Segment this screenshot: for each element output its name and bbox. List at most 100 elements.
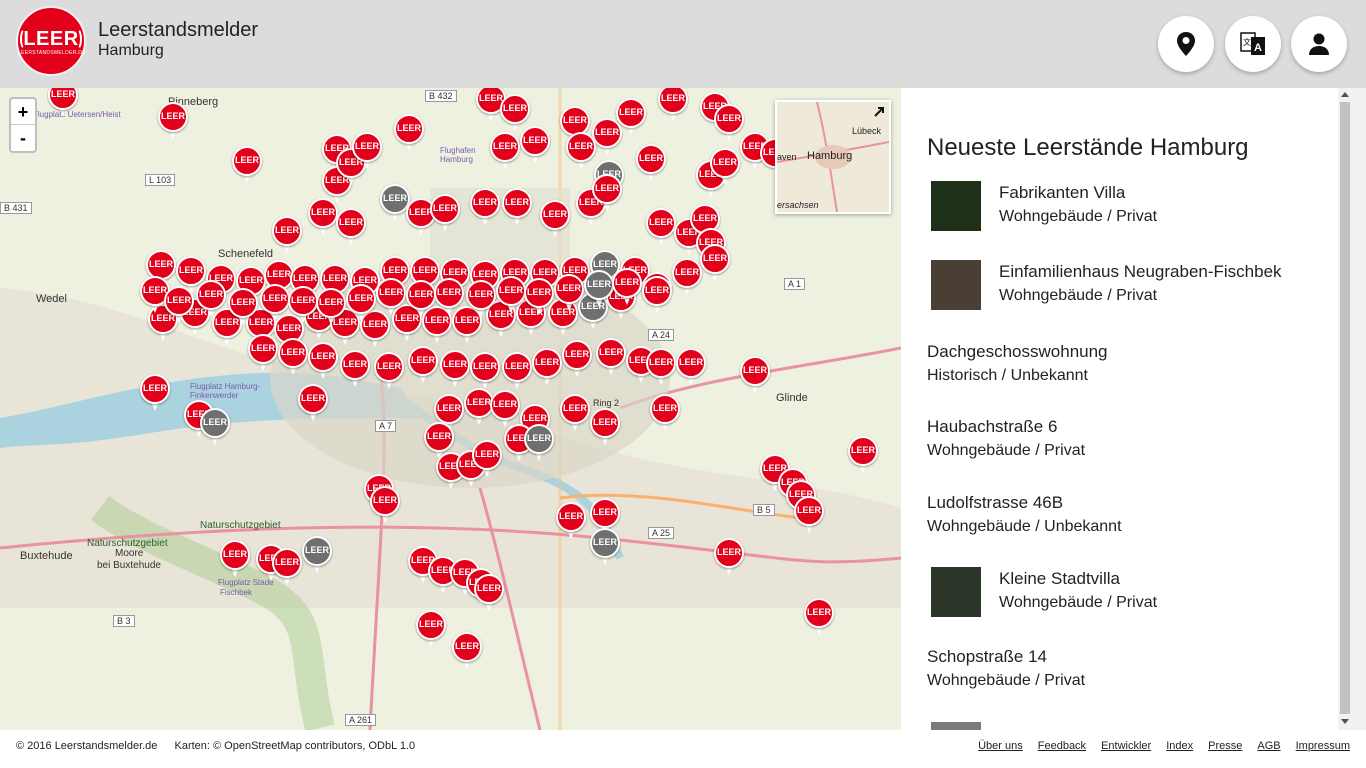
vacancy-marker[interactable]: LEER bbox=[370, 486, 400, 526]
vacancy-marker[interactable]: LEER bbox=[646, 348, 676, 388]
expand-icon[interactable] bbox=[873, 106, 885, 118]
vacancy-marker[interactable]: LEER bbox=[48, 88, 78, 120]
vacancy-marker[interactable]: LEER bbox=[490, 132, 520, 172]
vacancy-marker[interactable]: LEER bbox=[658, 88, 688, 124]
vacancy-marker[interactable]: LEER bbox=[556, 502, 586, 542]
vacancy-marker[interactable]: LEER bbox=[700, 244, 730, 284]
footer-link-agb[interactable]: AGB bbox=[1257, 740, 1280, 752]
vacancy-marker[interactable]: LEER bbox=[502, 352, 532, 392]
vacancy-marker[interactable]: LEER bbox=[232, 146, 262, 186]
vacancy-marker[interactable]: LEER bbox=[804, 598, 834, 638]
vacancy-marker[interactable]: LEER bbox=[302, 536, 332, 576]
vacancy-marker[interactable]: LEER bbox=[316, 288, 346, 328]
vacancy-marker[interactable]: LEER bbox=[474, 574, 504, 614]
vacancy-marker[interactable]: LEER bbox=[642, 276, 672, 316]
vacancy-marker[interactable]: LEER bbox=[260, 284, 290, 324]
vacancy-marker[interactable]: LEER bbox=[466, 280, 496, 320]
footer-link-ueber-uns[interactable]: Über uns bbox=[978, 740, 1023, 752]
vacancy-marker[interactable]: LEER bbox=[376, 278, 406, 318]
vacancy-marker[interactable]: LEER bbox=[710, 148, 740, 188]
vacancy-marker[interactable]: LEER bbox=[472, 440, 502, 480]
vacancy-marker[interactable]: LEER bbox=[220, 540, 250, 580]
vacancy-marker[interactable]: LEER bbox=[430, 194, 460, 234]
vacancy-marker[interactable]: LEER bbox=[616, 98, 646, 138]
vacancy-marker[interactable]: LEER bbox=[596, 338, 626, 378]
vacancy-marker[interactable]: LEER bbox=[470, 188, 500, 228]
vacancy-marker[interactable]: LEER bbox=[200, 408, 230, 448]
scroll-up-icon[interactable] bbox=[1339, 90, 1351, 98]
footer-link-impressum[interactable]: Impressum bbox=[1296, 740, 1350, 752]
vacancy-marker[interactable]: LEER bbox=[288, 286, 318, 326]
scrollbar-thumb[interactable] bbox=[1340, 102, 1350, 714]
vacancy-marker[interactable]: LEER bbox=[408, 346, 438, 386]
list-item[interactable]: Einfamilienhaus Neugraben-Fischbek Wohng… bbox=[927, 260, 1327, 310]
leerstandsmelder-logo[interactable]: LEER LEERSTANDSMELDER.DE bbox=[16, 6, 86, 76]
app-title[interactable]: Leerstandsmelder bbox=[98, 19, 258, 42]
vacancy-marker[interactable]: LEER bbox=[308, 198, 338, 238]
list-item[interactable]: Dachgeschosswohnung Historisch / Unbekan… bbox=[927, 340, 1327, 388]
vacancy-marker[interactable]: LEER bbox=[740, 356, 770, 396]
user-button[interactable] bbox=[1291, 16, 1347, 72]
vacancy-marker[interactable]: LEER bbox=[346, 284, 376, 324]
list-item[interactable]: Ludolfstrasse 46B Wohngebäude / Unbekann… bbox=[927, 491, 1327, 539]
vacancy-marker[interactable]: LEER bbox=[590, 528, 620, 568]
vacancy-marker[interactable]: LEER bbox=[164, 286, 194, 326]
vacancy-marker[interactable]: LEER bbox=[340, 350, 370, 390]
vacancy-marker[interactable]: LEER bbox=[794, 496, 824, 536]
map-view[interactable]: Pinneberg Schenefeld Wedel Buxtehude Gli… bbox=[0, 88, 901, 730]
vacancy-marker[interactable]: LEER bbox=[584, 270, 614, 310]
list-item[interactable]: Kleine Stadtvilla Wohngebäude / Privat bbox=[927, 567, 1327, 617]
vacancy-marker[interactable]: LEER bbox=[524, 278, 554, 318]
vacancy-marker[interactable]: LEER bbox=[848, 436, 878, 476]
vacancy-marker[interactable]: LEER bbox=[416, 610, 446, 650]
vacancy-marker[interactable]: LEER bbox=[308, 342, 338, 382]
list-item[interactable]: Schopstraße 14 Wohngebäude / Privat bbox=[927, 645, 1327, 693]
vacancy-marker[interactable]: LEER bbox=[158, 102, 188, 142]
vacancy-marker[interactable]: LEER bbox=[566, 132, 596, 172]
vacancy-marker[interactable]: LEER bbox=[272, 548, 302, 588]
vacancy-marker[interactable]: LEER bbox=[272, 216, 302, 256]
vacancy-marker[interactable]: LEER bbox=[336, 208, 366, 248]
vacancy-marker[interactable]: LEER bbox=[520, 126, 550, 166]
sidebar-scrollbar[interactable] bbox=[1338, 88, 1366, 730]
vacancy-marker[interactable]: LEER bbox=[440, 350, 470, 390]
vacancy-marker[interactable]: LEER bbox=[406, 280, 436, 320]
vacancy-marker[interactable]: LEER bbox=[714, 538, 744, 578]
zoom-in-button[interactable]: + bbox=[11, 99, 35, 125]
list-item[interactable]: Haubachstraße 6 Wohngebäude / Privat bbox=[927, 415, 1327, 463]
vacancy-marker[interactable]: LEER bbox=[452, 632, 482, 672]
language-button[interactable]: A 文 bbox=[1225, 16, 1281, 72]
vacancy-marker[interactable]: LEER bbox=[352, 132, 382, 172]
vacancy-marker[interactable]: LEER bbox=[672, 258, 702, 298]
footer-link-feedback[interactable]: Feedback bbox=[1038, 740, 1086, 752]
footer-link-index[interactable]: Index bbox=[1166, 740, 1193, 752]
vacancy-marker[interactable]: LEER bbox=[590, 408, 620, 448]
vacancy-marker[interactable]: LEER bbox=[676, 348, 706, 388]
vacancy-marker[interactable]: LEER bbox=[434, 278, 464, 318]
scroll-down-icon[interactable] bbox=[1339, 718, 1351, 726]
vacancy-marker[interactable]: LEER bbox=[470, 352, 500, 392]
vacancy-marker[interactable]: LEER bbox=[554, 274, 584, 314]
vacancy-marker[interactable]: LEER bbox=[196, 280, 226, 320]
vacancy-marker[interactable]: LEER bbox=[560, 394, 590, 434]
vacancy-marker[interactable]: LEER bbox=[524, 424, 554, 464]
vacancy-marker[interactable]: LEER bbox=[592, 174, 622, 214]
vacancy-marker[interactable]: LEER bbox=[140, 374, 170, 414]
vacancy-marker[interactable]: LEER bbox=[228, 288, 258, 328]
vacancy-marker[interactable]: LEER bbox=[278, 338, 308, 378]
footer-link-entwickler[interactable]: Entwickler bbox=[1101, 740, 1151, 752]
vacancy-marker[interactable]: LEER bbox=[636, 144, 666, 184]
footer-link-presse[interactable]: Presse bbox=[1208, 740, 1242, 752]
minimap[interactable]: Lübeck Hamburg aven ersachsen bbox=[775, 100, 891, 214]
list-item[interactable]: Fabrikanten Villa Wohngebäude / Privat bbox=[927, 181, 1327, 231]
vacancy-marker[interactable]: LEER bbox=[646, 208, 676, 248]
vacancy-marker[interactable]: LEER bbox=[394, 114, 424, 154]
vacancy-marker[interactable]: LEER bbox=[248, 334, 278, 374]
vacancy-marker[interactable]: LEER bbox=[532, 348, 562, 388]
location-button[interactable] bbox=[1158, 16, 1214, 72]
vacancy-marker[interactable]: LEER bbox=[298, 384, 328, 424]
vacancy-marker[interactable]: LEER bbox=[540, 200, 570, 240]
vacancy-marker[interactable]: LEER bbox=[650, 394, 680, 434]
vacancy-marker[interactable]: LEER bbox=[612, 268, 642, 308]
vacancy-marker[interactable]: LEER bbox=[562, 340, 592, 380]
